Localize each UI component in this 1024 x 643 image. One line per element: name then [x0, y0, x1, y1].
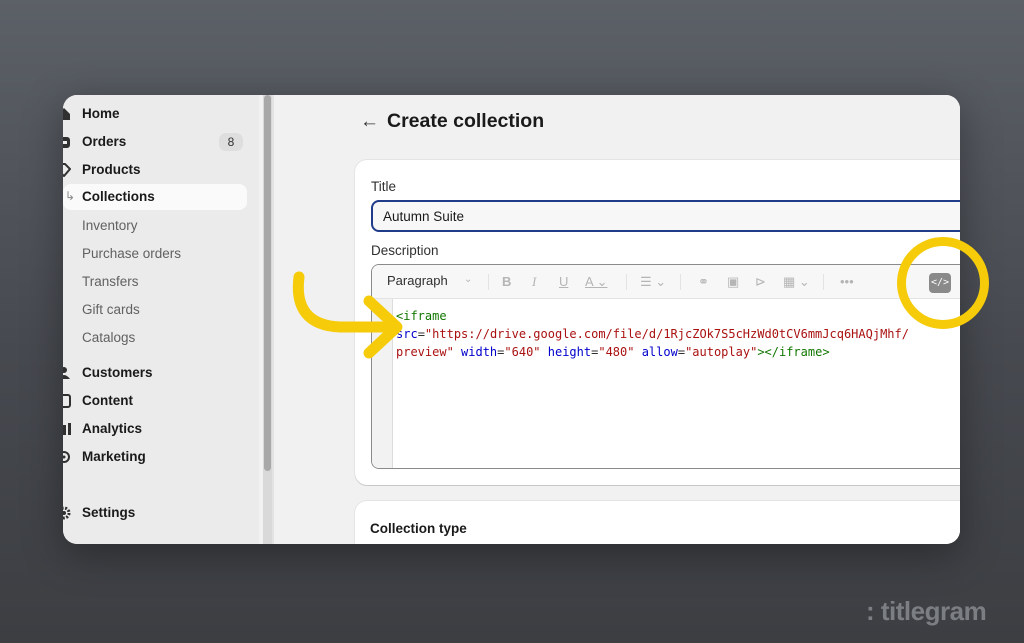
- sidebar: Home Orders 8 Products ↳ Collections Inv…: [63, 95, 259, 544]
- annotation-arrow-icon: [292, 271, 403, 359]
- code-token: width: [461, 345, 498, 359]
- sidebar-item-customers[interactable]: Customers: [63, 360, 247, 386]
- home-icon: [63, 108, 70, 120]
- scrollbar-thumb[interactable]: [264, 95, 271, 471]
- sidebar-item-label: Catalogs: [82, 330, 136, 345]
- image-icon[interactable]: ▣: [727, 274, 739, 290]
- code-token: ></iframe>: [757, 345, 830, 359]
- sidebar-item-collections[interactable]: ↳ Collections: [63, 184, 247, 210]
- code-token: "480": [598, 345, 635, 359]
- tag-icon: [63, 163, 71, 177]
- divider: [488, 274, 489, 290]
- sidebar-item-label: Transfers: [82, 274, 139, 289]
- bold-icon[interactable]: B: [502, 274, 511, 289]
- gear-icon: [63, 506, 71, 520]
- divider: [823, 274, 824, 290]
- sidebar-item-purchase-orders[interactable]: Purchase orders: [63, 241, 247, 267]
- annotation-highlight-circle: [897, 237, 989, 329]
- editor-toolbar: Paragraph ⌄ B I U A ⌄ ☰ ⌄ ⚭ ▣ ⊳ ▦ ⌄ •••: [372, 265, 960, 299]
- sidebar-item-orders[interactable]: Orders 8: [63, 129, 247, 155]
- sidebar-item-label: Marketing: [82, 449, 146, 464]
- align-icon[interactable]: ☰ ⌄: [640, 274, 666, 290]
- content-icon: [63, 394, 71, 408]
- app-window: Home Orders 8 Products ↳ Collections Inv…: [63, 95, 960, 544]
- sub-item-arrow-icon: ↳: [65, 189, 76, 203]
- divider: [626, 274, 627, 290]
- sidebar-item-label: Analytics: [82, 421, 143, 436]
- sidebar-scrollbar[interactable]: [263, 95, 272, 544]
- text-color-icon[interactable]: A ⌄: [585, 274, 607, 290]
- details-card: Title Description Paragraph ⌄ B I U A ⌄ …: [355, 160, 960, 485]
- table-icon[interactable]: ▦ ⌄: [783, 274, 810, 290]
- code-token: =: [677, 345, 686, 359]
- code-token: "https://drive.google.com/file/d/1RjcZOk…: [424, 327, 909, 341]
- collection-type-card: Collection type: [355, 501, 960, 544]
- sidebar-item-catalogs[interactable]: Catalogs: [63, 325, 247, 351]
- sidebar-item-label: Collections: [82, 189, 155, 204]
- divider: [680, 274, 681, 290]
- sidebar-item-label: Gift cards: [82, 302, 140, 317]
- bar-chart-icon: [63, 423, 71, 435]
- sidebar-item-transfers[interactable]: Transfers: [63, 269, 247, 295]
- sidebar-item-label: Customers: [82, 365, 153, 380]
- sidebar-item-inventory[interactable]: Inventory: [63, 213, 247, 239]
- code-token: height: [547, 345, 592, 359]
- sidebar-item-label: Orders: [82, 134, 127, 149]
- orders-icon: [63, 137, 70, 148]
- page-title: Create collection: [387, 110, 545, 132]
- title-label: Title: [371, 179, 397, 194]
- chevron-down-icon: ⌄: [464, 274, 473, 285]
- video-icon[interactable]: ⊳: [755, 274, 766, 290]
- person-icon: [63, 367, 70, 379]
- target-icon: [63, 451, 70, 463]
- sidebar-item-label: Purchase orders: [82, 246, 182, 261]
- sidebar-item-label: Settings: [82, 505, 136, 520]
- sidebar-item-settings[interactable]: Settings: [63, 500, 247, 526]
- code-token: "autoplay": [685, 345, 758, 359]
- brand-watermark: : titlegram: [866, 596, 987, 626]
- back-arrow-icon[interactable]: ←: [360, 111, 379, 133]
- sidebar-item-gift-cards[interactable]: Gift cards: [63, 297, 247, 323]
- sidebar-item-label: Home: [82, 106, 120, 121]
- sidebar-item-home[interactable]: Home: [63, 101, 247, 127]
- description-label: Description: [371, 243, 439, 258]
- sidebar-item-label: Inventory: [82, 218, 138, 233]
- code-token: allow: [641, 345, 678, 359]
- sidebar-item-label: Content: [82, 393, 133, 408]
- more-icon[interactable]: •••: [840, 274, 854, 289]
- sidebar-item-marketing[interactable]: Marketing: [63, 444, 247, 470]
- description-editor[interactable]: Paragraph ⌄ B I U A ⌄ ☰ ⌄ ⚭ ▣ ⊳ ▦ ⌄ •••: [371, 264, 960, 469]
- sidebar-item-label: Products: [82, 162, 141, 177]
- orders-count-badge: 8: [219, 133, 243, 151]
- italic-icon[interactable]: I: [532, 274, 536, 290]
- underline-icon[interactable]: U: [559, 274, 568, 289]
- link-icon[interactable]: ⚭: [698, 274, 709, 290]
- code-token: =: [417, 327, 425, 341]
- collection-type-heading: Collection type: [370, 521, 467, 536]
- title-input[interactable]: [371, 200, 960, 232]
- html-code-block[interactable]: <iframe src="https://drive.google.com/fi…: [396, 307, 960, 361]
- sidebar-item-products[interactable]: Products: [63, 157, 247, 183]
- sidebar-item-content[interactable]: Content: [63, 388, 247, 414]
- sidebar-item-analytics[interactable]: Analytics: [63, 416, 247, 442]
- code-token: "640": [504, 345, 541, 359]
